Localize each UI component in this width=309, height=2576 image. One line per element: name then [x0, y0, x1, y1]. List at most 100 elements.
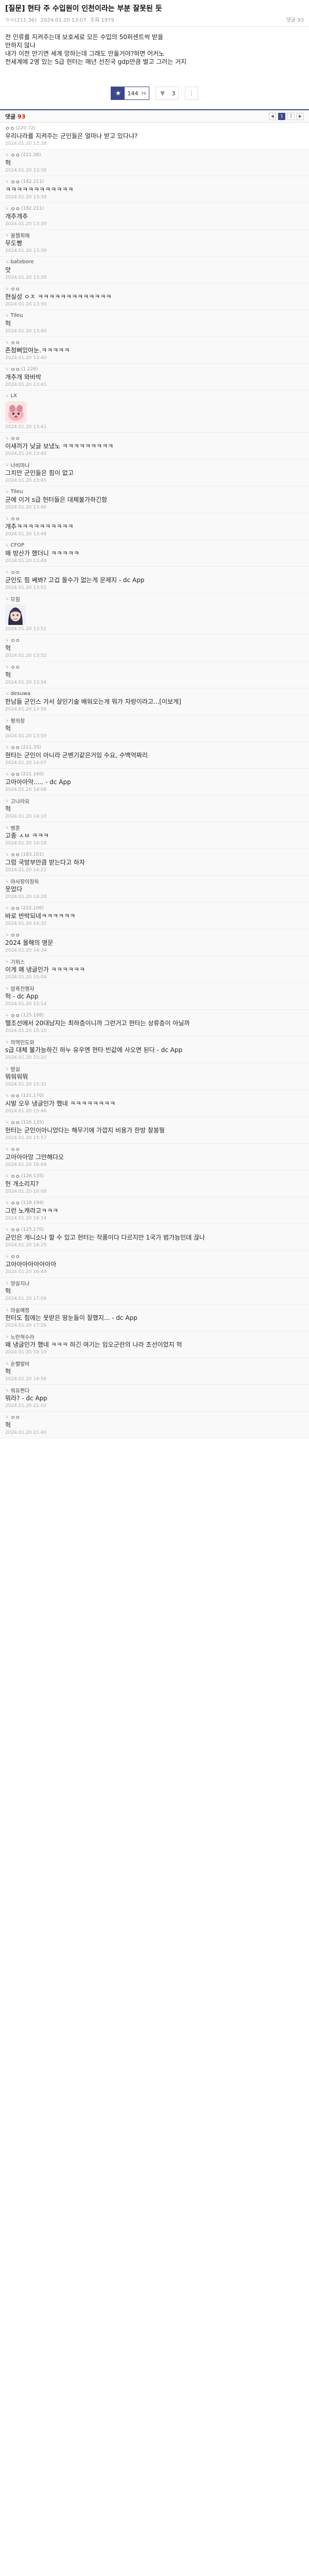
comment-nickname[interactable]: 마사장이장득 — [11, 877, 39, 885]
comment-item: ↳ Tileu 헉 2024.01.20 13:40 — [0, 310, 309, 337]
comment-time: 2024.01.20 14:32 — [5, 921, 47, 926]
comment-nickname[interactable]: ㅇㅇ — [11, 1252, 20, 1260]
comment-text: 한남들 군인스 가서 살인기술 배워오는게 뭐가 자랑이라고...[이보게] — [5, 698, 181, 705]
comment-count: 댓글 93 — [5, 112, 25, 121]
comment-header: ↳ ㅇㅇ — [5, 636, 304, 645]
comment-nickname[interactable]: 모힘 — [11, 595, 20, 603]
post-author[interactable]: ㅇㅇ(211.36) — [5, 18, 37, 23]
comment-nickname[interactable]: CFOP — [11, 543, 25, 548]
page-2-button[interactable]: 2 — [287, 112, 295, 120]
reply-arrow-icon: ↳ — [5, 718, 9, 723]
comment-nickname[interactable]: 평의장 — [11, 717, 25, 724]
comment-text: 개추개추 — [5, 213, 28, 220]
comment-header: ↳ ㅇㅇ — [5, 434, 304, 443]
comment-nickname[interactable]: ㅇㅇ — [11, 851, 20, 858]
comment-nickname[interactable]: Tileu — [11, 489, 23, 495]
comment-text: ㅋㅋㅋㅋㅋㅋㅋㅋㅋㅋㅋㅋ — [5, 186, 74, 193]
comment-text: 우리나라를 지켜주는 군인들은 얼마나 받고 있다냐? — [5, 132, 138, 140]
comment-header: ↳ ㅇㅇ (126.135) — [5, 1118, 304, 1127]
comment-nickname[interactable]: 병훈 — [11, 824, 20, 832]
comment-nickname[interactable]: 기위스 — [11, 958, 25, 965]
comment-nickname[interactable]: LX — [11, 393, 17, 399]
comment-nickname[interactable]: 마술예정 — [11, 1306, 30, 1314]
comment-nickname[interactable]: ㅇㅇ — [11, 1145, 20, 1153]
comment-nickname[interactable]: ㅇㅇ — [11, 1172, 20, 1180]
prev-page-button[interactable]: ◀ — [269, 112, 276, 120]
comment-text: 앗 — [5, 266, 11, 274]
comment-item: ↳ 양살지나 헉 2024.01.20 17:09 — [0, 1278, 309, 1304]
comment-time: 2024.01.20 13:39 — [5, 248, 47, 253]
comment-nickname[interactable]: 양살지나 — [11, 1279, 30, 1287]
comment-nickname[interactable]: 순쩔발비 — [11, 1360, 30, 1367]
comment-nickname[interactable]: ㅇㅇ — [11, 770, 20, 778]
comment-nickname[interactable]: ㅇㅇ — [11, 1199, 20, 1207]
reply-arrow-icon: ↳ — [5, 179, 9, 184]
comment-nickname[interactable]: ㅇㅇ — [11, 1092, 20, 1099]
post-date: 2024.01.20 13:07 — [40, 18, 87, 23]
comment-time: 2024.01.20 13:38 — [5, 168, 47, 173]
reply-arrow-icon: ↳ — [5, 543, 9, 548]
page-1-button[interactable]: 1 — [278, 112, 285, 120]
comment-label: 댓글 — [5, 113, 16, 120]
share-button[interactable]: ⋮ — [184, 87, 198, 100]
comment-header: ↳ ㅇㅇ — [5, 515, 304, 523]
reply-arrow-icon: ↳ — [5, 435, 9, 441]
comment-header: ↳ Tileu — [5, 488, 304, 496]
comment-nickname[interactable]: 꿀잼최애 — [11, 231, 30, 239]
comment-nickname[interactable]: Tileu — [11, 313, 23, 318]
comment-nickname[interactable]: 나비마나 — [11, 461, 30, 469]
comment-time: 2024.01.20 13:56 — [5, 707, 47, 712]
comment-nickname[interactable]: ㅇㅇ — [11, 365, 20, 373]
comment-ip: (121.170) — [21, 1093, 44, 1098]
comment-nickname[interactable]: ㅇㅇ — [11, 1011, 20, 1019]
comment-time: 2024.01.20 13:49 — [5, 558, 47, 564]
comment-text: 헉 — [5, 159, 11, 166]
comment-item: ↳ 꿀잼최애 무도빵 2024.01.20 13:39 — [0, 230, 309, 257]
comment-nickname[interactable]: ㅇㅇ — [11, 1118, 20, 1126]
comment-text: 헉 — [5, 1368, 11, 1375]
comment-nickname[interactable]: ㅇㅇ — [11, 151, 20, 159]
comment-nickname[interactable]: 고나라요 — [11, 797, 30, 805]
comment-header: ↳ 마사장이장득 — [5, 877, 304, 886]
comment-nickname[interactable]: ㅇㅇ — [11, 743, 20, 751]
comment-nickname[interactable]: ㅇㅇ — [11, 285, 20, 293]
comment-text: 군에 이거 s급 헌터들은 대체불가하긴함 — [5, 496, 108, 503]
reply-arrow-icon: ↳ — [5, 259, 9, 265]
comment-nickname[interactable]: ㅇㅇ — [11, 931, 20, 939]
downvote-button[interactable]: ▼ 3 — [155, 87, 179, 100]
comment-nickname[interactable]: desuwa — [11, 691, 30, 697]
comment-item: ↳ ㅇㅇ (126.135) 헌 개소리지? 2024.01.20 16:08 — [0, 1171, 309, 1197]
comment-nickname[interactable]: 밤싫 — [11, 1065, 20, 1073]
comment-nickname[interactable]: ㅇㅇ — [11, 663, 20, 671]
comment-nickname[interactable]: 뭐유쩐다 — [11, 1386, 30, 1394]
comment-nickname[interactable]: ㅇㅇ — [11, 205, 20, 212]
comment-text: 헌터도 힘에는 못받은 땅눈들이 잘했지... - dc App — [5, 1314, 138, 1321]
post-comment-count[interactable]: 댓글 93 — [286, 15, 304, 23]
comment-nickname[interactable]: 암흑진행자 — [11, 985, 35, 992]
comment-nickname[interactable]: 의역인도와 — [11, 1038, 35, 1046]
comment-nickname[interactable]: ㅇㅇ — [11, 568, 20, 576]
comment-nickname[interactable]: ㅇㅇ — [11, 1226, 20, 1233]
comment-text: 헉 — [5, 805, 11, 812]
comment-nickname[interactable]: ㅇㅇ — [11, 338, 20, 346]
comment-nickname[interactable]: ㅇㅇ — [11, 904, 20, 912]
comment-nickname[interactable]: ㅇㅇ — [5, 124, 14, 132]
comment-nickname[interactable]: ㅇㅇ — [11, 434, 20, 442]
comment-time: 2024.01.20 13:45 — [5, 478, 47, 483]
comment-header: ↳ ㅇㅇ (221.160) — [5, 770, 304, 778]
upvote-button[interactable]: ★ 144 76 — [111, 87, 149, 100]
comment-nickname[interactable]: batebore — [11, 259, 34, 265]
comment-nickname[interactable]: ㅇㅇ — [11, 515, 20, 522]
next-page-button[interactable]: ▶ — [297, 112, 304, 120]
comment-nickname[interactable]: ㅇㅇ — [11, 178, 20, 185]
comment-time: 2024.01.20 13:41 — [5, 382, 47, 387]
downvote-icon: ▼ — [160, 90, 165, 97]
comment-time: 2024.01.20 13:38 — [5, 141, 47, 146]
comment-item: ↳ 모힘 2024.01.20 13:51 — [0, 594, 309, 635]
post-title: [질문] 현타 주 수입원이 인천이라는 부분 잘못된 듯 — [5, 5, 162, 13]
comment-header: ↳ 노란척수라 — [5, 1333, 304, 1341]
comment-header: ↳ ㅇㅇ (211.35) — [5, 743, 304, 752]
comment-nickname[interactable]: ㅇㅇ — [11, 636, 20, 644]
comment-nickname[interactable]: ㅇㅇ — [11, 1413, 20, 1421]
comment-nickname[interactable]: 노란척수라 — [11, 1333, 35, 1341]
